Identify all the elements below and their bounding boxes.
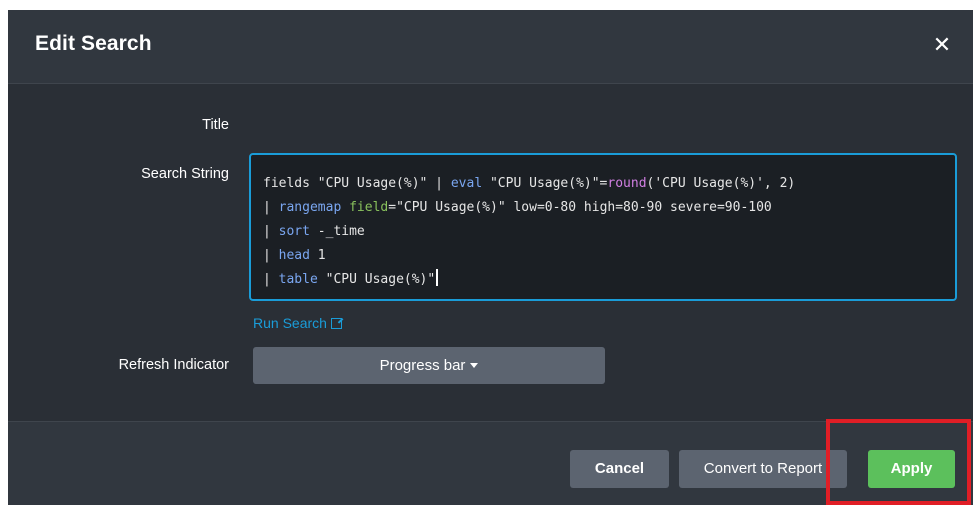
code-line-5: | table "CPU Usage(%)" bbox=[263, 269, 439, 287]
dropdown-value: Progress bar bbox=[379, 357, 466, 374]
code-line-2: | rangemap field="CPU Usage(%)" low=0-80… bbox=[263, 200, 772, 215]
refresh-indicator-label: Refresh Indicator bbox=[118, 357, 229, 373]
external-link-icon bbox=[330, 318, 342, 329]
edit-search-dialog: Edit Search ✕ Title Search String fields… bbox=[8, 10, 973, 505]
cancel-button[interactable]: Cancel bbox=[570, 450, 669, 488]
refresh-indicator-dropdown[interactable]: Progress bar bbox=[253, 347, 605, 384]
chevron-down-icon bbox=[470, 363, 479, 368]
close-icon[interactable]: ✕ bbox=[931, 34, 953, 56]
title-label: Title bbox=[202, 117, 229, 133]
run-search-link[interactable]: Run Search bbox=[253, 315, 342, 331]
code-line-3: | sort -_time bbox=[263, 224, 365, 239]
convert-to-report-button[interactable]: Convert to Report bbox=[679, 450, 847, 488]
code-line-1: fields "CPU Usage(%)" | eval "CPU Usage(… bbox=[263, 176, 796, 191]
search-string-label: Search String bbox=[141, 166, 229, 182]
run-search-label: Run Search bbox=[253, 315, 327, 331]
code-line-4: | head 1 bbox=[263, 248, 326, 263]
search-string-editor[interactable]: fields "CPU Usage(%)" | eval "CPU Usage(… bbox=[249, 153, 957, 301]
apply-button[interactable]: Apply bbox=[868, 450, 955, 488]
text-cursor bbox=[436, 269, 439, 286]
dialog-header: Edit Search ✕ bbox=[8, 10, 973, 84]
dialog-footer: Cancel Convert to Report Apply bbox=[8, 421, 973, 505]
dialog-title: Edit Search bbox=[35, 32, 152, 55]
